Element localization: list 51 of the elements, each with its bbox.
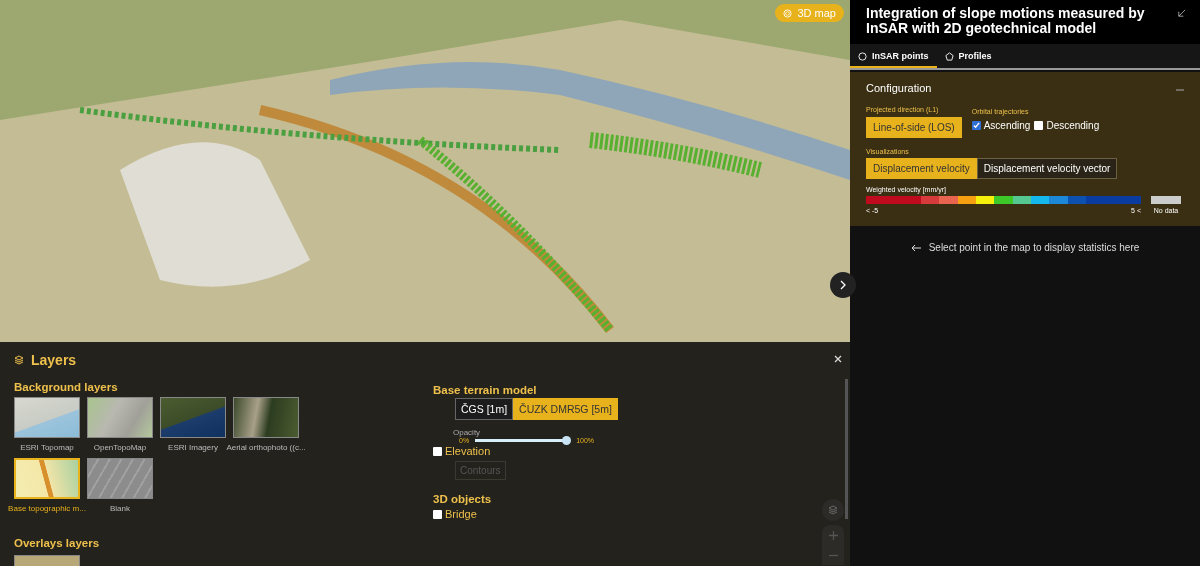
section-heading: Background layers — [14, 381, 119, 393]
checkbox-label: Bridge — [445, 508, 477, 520]
thumbnail-label: ESRI Topomap — [20, 443, 74, 452]
chevron-right-icon — [839, 280, 847, 290]
visualization-option[interactable]: Displacement velocity vector — [976, 158, 1118, 179]
pentagon-icon — [944, 51, 954, 61]
terrain-option[interactable]: ČUZK DMR5G [5m] — [513, 398, 618, 420]
checkbox[interactable] — [1034, 121, 1044, 130]
zoom-in-button[interactable] — [822, 525, 844, 545]
thumbnail-label: OpenTopoMap — [93, 443, 147, 452]
plus-icon — [828, 530, 838, 540]
opacity-slider[interactable] — [475, 439, 568, 442]
map-thumbnail[interactable] — [14, 458, 80, 499]
map-thumbnail[interactable] — [14, 397, 80, 438]
layers-button[interactable] — [822, 499, 844, 521]
direction-option[interactable]: Line-of-side (LOS) — [866, 117, 962, 138]
checkbox[interactable] — [433, 446, 442, 456]
tab[interactable]: Profiles — [936, 44, 1000, 68]
terrain-option[interactable]: ČGS [1m] — [455, 398, 514, 420]
map-thumbnail[interactable] — [233, 397, 299, 438]
zoom-out-button[interactable] — [822, 545, 844, 565]
checkbox[interactable] — [971, 121, 981, 130]
thumbnail-label: Blank — [110, 504, 130, 513]
checkbox-label: Descending — [1046, 120, 1100, 131]
map-thumbnail[interactable] — [160, 397, 226, 438]
section-heading: Configuration — [866, 82, 932, 94]
hint-text: Select point in the map to display statistics here — [928, 242, 1140, 253]
tab[interactable]: InSAR points — [850, 44, 937, 68]
scrollbar[interactable] — [845, 379, 848, 519]
circle-icon — [858, 51, 867, 61]
opacity-label: Opacity — [453, 428, 482, 437]
layers-icon — [14, 355, 24, 365]
collapse-icon[interactable] — [1177, 9, 1186, 18]
left-arrow-icon — [910, 243, 921, 252]
no-data-swatch — [1151, 196, 1181, 204]
checkbox[interactable] — [433, 509, 442, 519]
checkbox-label: Ascending — [983, 120, 1031, 131]
layers-icon — [828, 505, 838, 515]
thumbnail-label: ESRI Imagery — [168, 443, 218, 452]
section-heading: Base terrain model — [433, 384, 538, 396]
section-heading: 3D objects — [433, 493, 493, 505]
panel-title: Layers — [31, 352, 77, 368]
app-title: Integration of slope motions measured by InSAR with 2D geotechnical model — [866, 6, 1146, 38]
cube-icon — [783, 8, 793, 18]
thumbnail-label: Base topographic m... — [8, 504, 86, 513]
map-thumbnail[interactable] — [87, 458, 153, 499]
map-thumbnail[interactable] — [87, 397, 153, 438]
checkbox-label: Elevation — [445, 445, 491, 457]
visualization-option[interactable]: Displacement velocity — [866, 158, 977, 179]
thumbnail-label: Aerial orthophoto ((c... — [226, 443, 306, 452]
section-heading: Overlays layers — [14, 537, 101, 549]
